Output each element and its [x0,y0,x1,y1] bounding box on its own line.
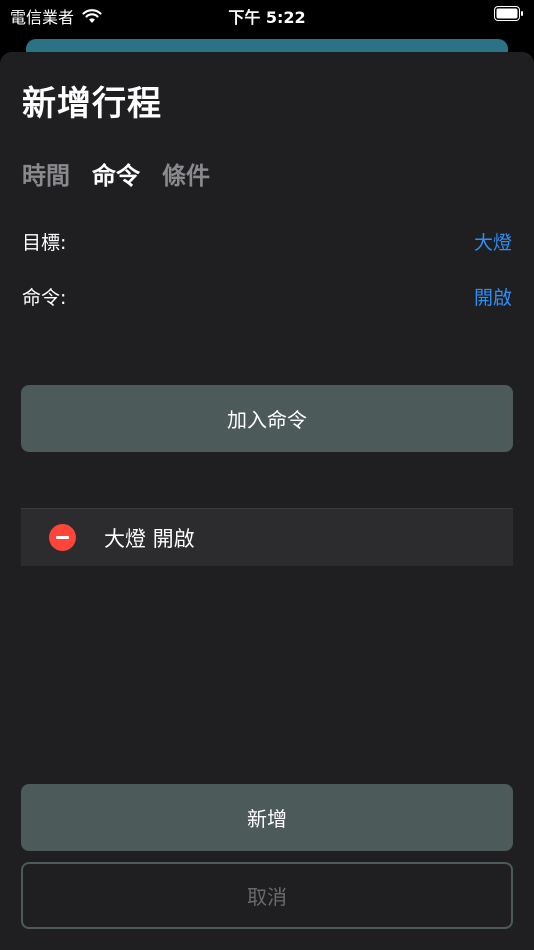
command-picker[interactable]: 開啟 [474,283,512,310]
command-label: 命令: [22,286,67,309]
remove-icon[interactable] [49,524,76,551]
tab-condition[interactable]: 條件 [162,156,210,191]
submit-button[interactable]: 新增 [21,784,513,851]
tab-command[interactable]: 命令 [92,156,140,191]
command-row: 命令: 開啟 [22,281,512,311]
tab-bar: 時間 命令 條件 [22,156,210,191]
target-label: 目標: [22,231,67,254]
tab-time[interactable]: 時間 [22,156,70,191]
battery-icon [494,6,523,21]
status-bar: 電信業者 下午 5:22 [0,0,534,30]
target-row: 目標: 大燈 [22,226,512,256]
add-schedule-sheet: 新增行程 時間 命令 條件 目標: 大燈 命令: 開啟 加入命令 大燈 開啟 新… [0,52,534,950]
command-item-label: 大燈 開啟 [104,526,195,551]
target-picker[interactable]: 大燈 [474,228,512,255]
page-title: 新增行程 [22,84,162,124]
cancel-button[interactable]: 取消 [21,862,513,929]
status-time: 下午 5:22 [228,8,306,27]
add-command-button[interactable]: 加入命令 [21,385,513,452]
list-item: 大燈 開啟 [21,508,513,566]
